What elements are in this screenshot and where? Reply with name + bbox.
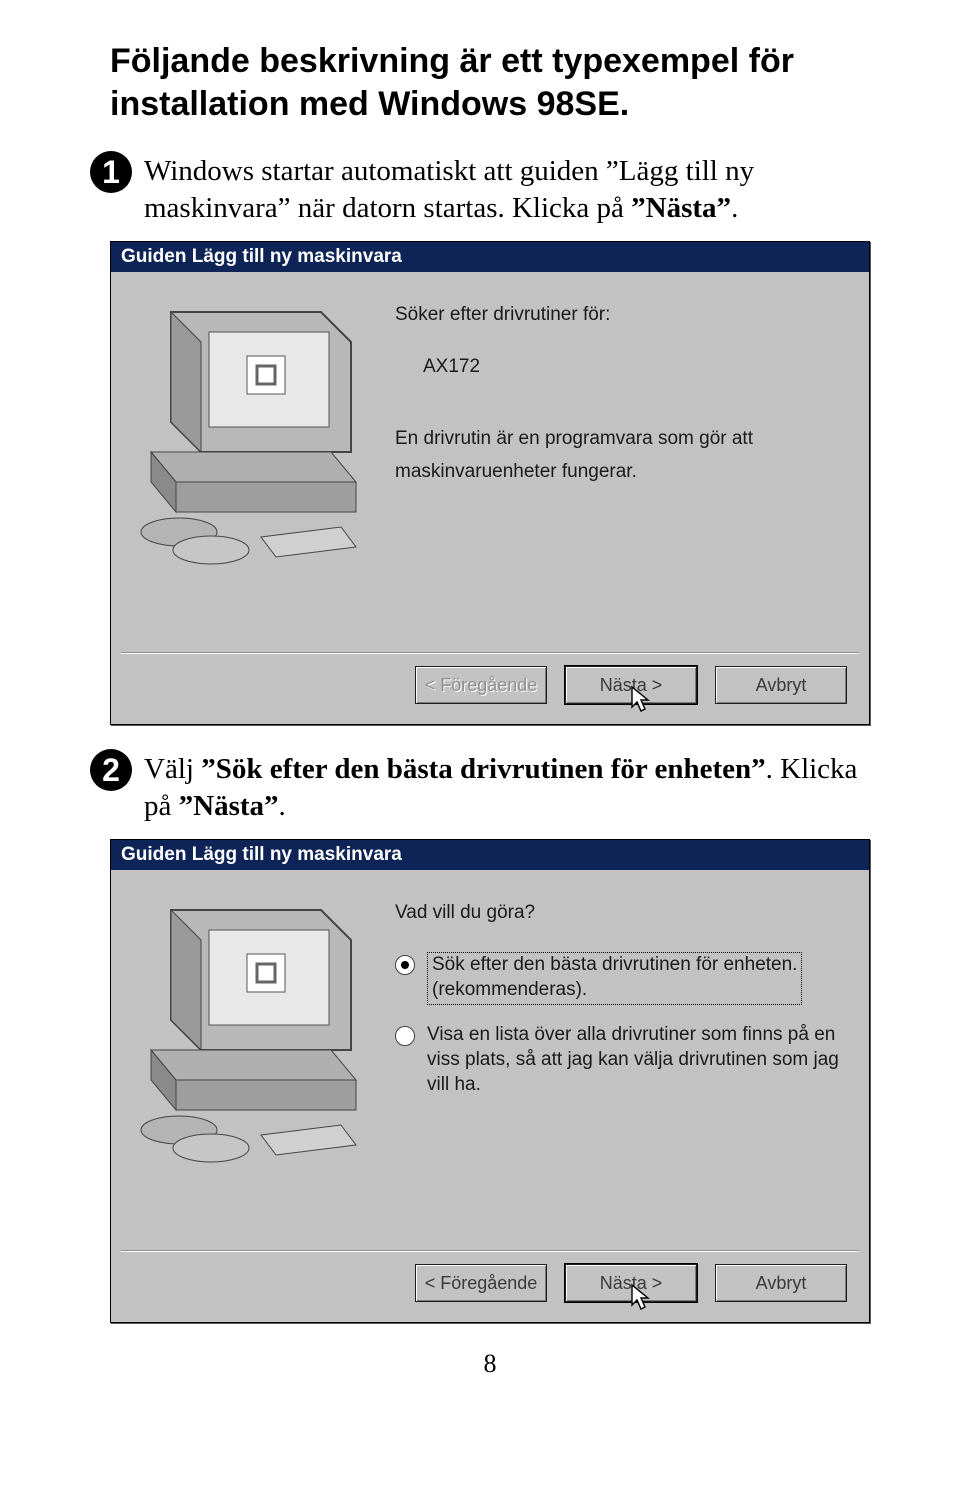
opt2-line-c: vill ha. [427,1074,481,1095]
page-number: 8 [90,1349,890,1379]
opt1-line-b: (rekommenderas). [432,979,587,1000]
device-name: AX172 [423,354,849,380]
step-bullet-2: 2 [90,749,132,791]
option-1-text: Sök efter den bästa drivrutinen för enhe… [427,952,802,1005]
wizard-art-icon [131,302,361,582]
dialog-title: Guiden Lägg till ny maskinvara [111,242,869,272]
step-1-text-bold: ”Nästa” [631,192,731,224]
radio-unselected-icon [395,1026,415,1046]
desc-line-1: En drivrutin är en programvara som gör a… [395,426,849,452]
next-button[interactable]: Nästa > [565,666,697,704]
step-1: 1 Windows startar automatiskt att guiden… [90,153,890,227]
wizard-dialog-2: Guiden Lägg till ny maskinvara Vad vill … [110,839,870,1323]
cursor-icon [630,1283,654,1313]
next-button-2[interactable]: Nästa > [565,1264,697,1302]
cancel-button-2[interactable]: Avbryt [715,1264,847,1302]
desc-line-2: maskinvaruenheter fungerar. [395,459,849,485]
cursor-icon [630,685,654,715]
wizard-dialog-1: Guiden Lägg till ny maskinvara [110,241,870,725]
step-2: 2 Välj ”Sök efter den bästa drivrutinen … [90,751,890,825]
opt2-line-b: viss plats, så att jag kan välja drivrut… [427,1049,839,1070]
step-2-bold: ”Sök efter den bästa drivrutinen för enh… [201,753,765,785]
doc-heading: Följande beskrivning är ett typexempel f… [110,40,890,125]
option-best-driver[interactable]: Sök efter den bästa drivrutinen för enhe… [395,952,849,1005]
opt1-line-a: Sök efter den bästa drivrutinen för enhe… [432,954,797,975]
option-2-text: Visa en lista över alla drivrutiner som … [427,1023,839,1097]
prompt-label: Vad vill du göra? [395,900,849,926]
dialog-title-2: Guiden Lägg till ny maskinvara [111,840,869,870]
step-bullet-1: 1 [90,151,132,193]
step-2-post2: . [279,790,286,822]
cancel-button[interactable]: Avbryt [715,666,847,704]
back-button: < Föregående [415,666,547,704]
radio-selected-icon [395,955,415,975]
option-list-drivers[interactable]: Visa en lista över alla drivrutiner som … [395,1023,849,1097]
step-2-pre: Välj [144,753,201,785]
step-1-text: Windows startar automatiskt att guiden ”… [144,153,890,227]
step-2-text: Välj ”Sök efter den bästa drivrutinen fö… [144,751,890,825]
step-1-text-post: . [731,192,738,224]
back-button-2[interactable]: < Föregående [415,1264,547,1302]
opt2-line-a: Visa en lista över alla drivrutiner som … [427,1024,835,1045]
wizard-art-icon-2 [131,900,361,1180]
search-label: Söker efter drivrutiner för: [395,302,849,328]
step-2-bold2: ”Nästa” [179,790,279,822]
